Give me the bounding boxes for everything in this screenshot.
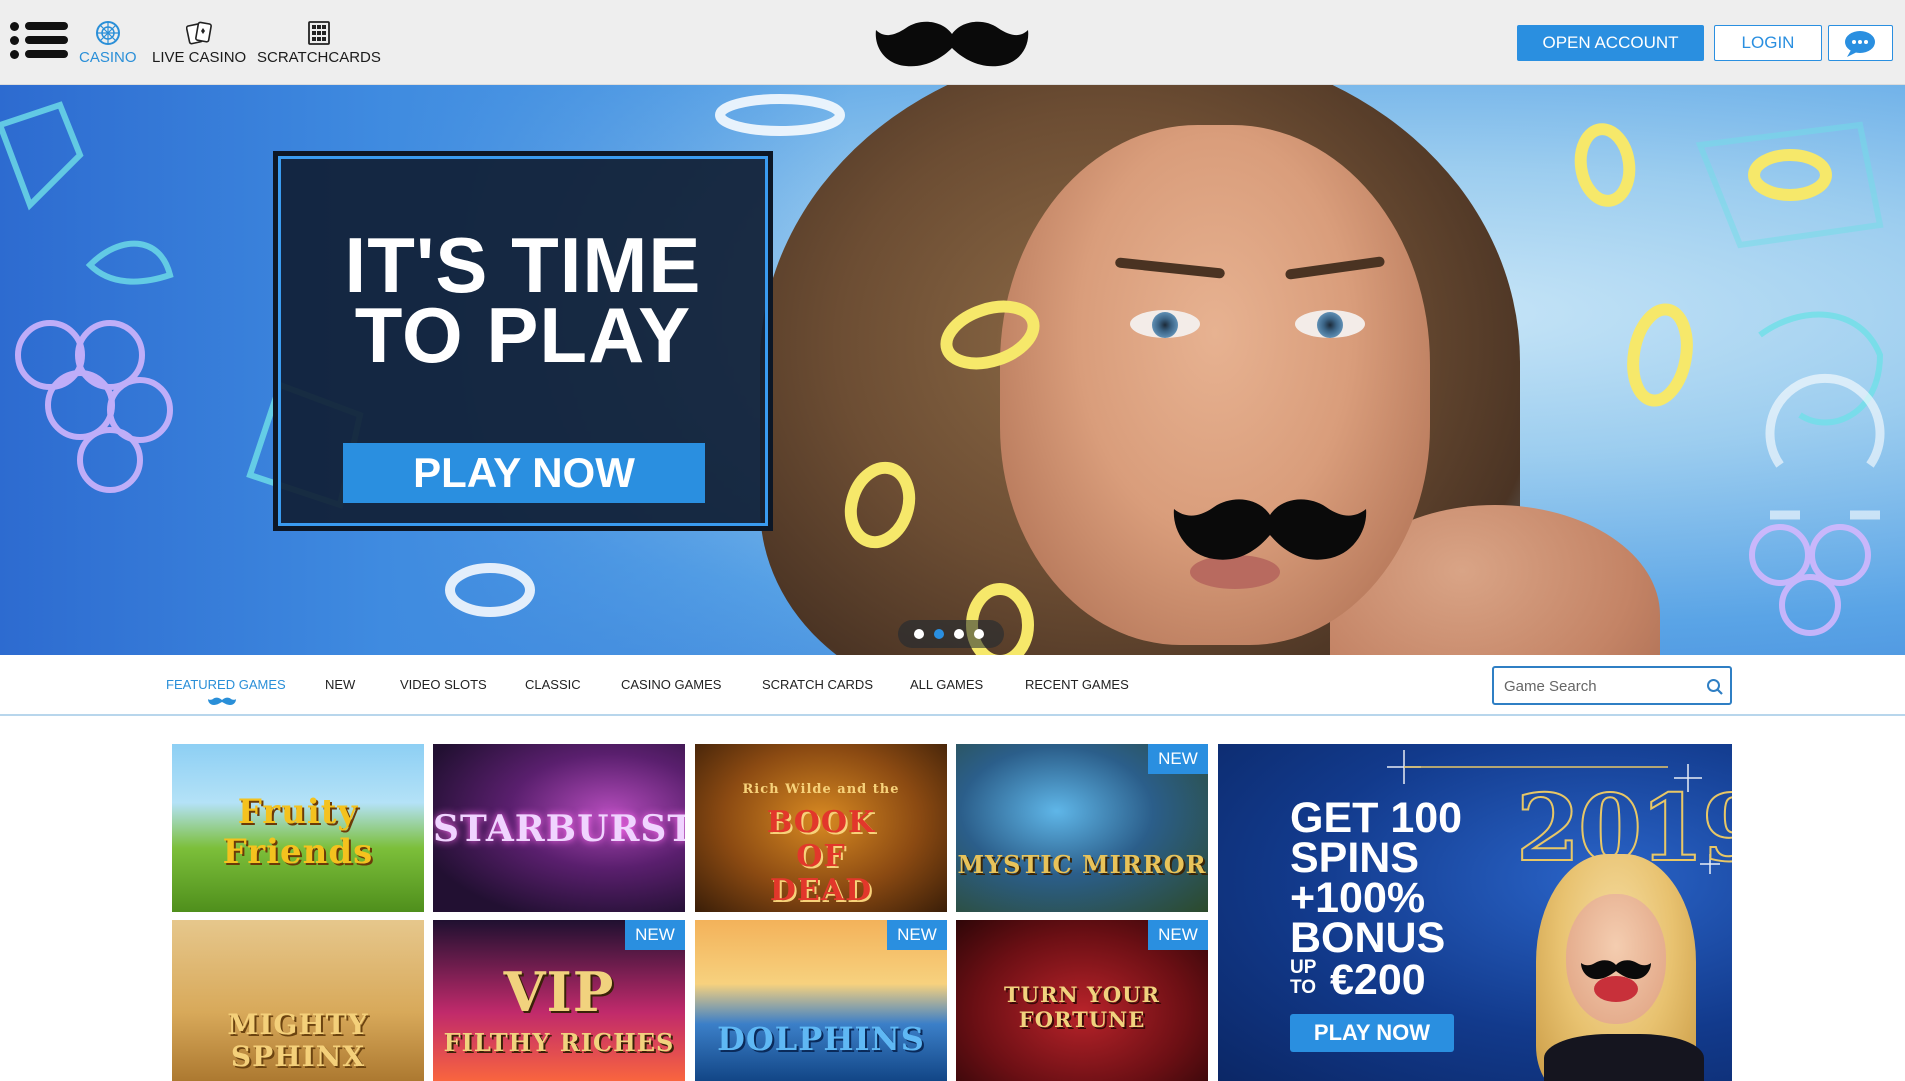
banner-mustache-icon [1581,960,1651,980]
slider-pagination [898,620,1004,648]
tab-featured-games[interactable]: FEATURED GAMES [166,677,286,705]
hero-title-line2: TO PLAY [354,291,692,379]
game-tile-turn-your-fortune[interactable]: TURN YOUR FORTUNE NEW [956,920,1208,1081]
game-search-box [1492,666,1732,705]
hero-banner[interactable]: IT'S TIME TO PLAY PLAY NOW [0,85,1905,655]
tab-new[interactable]: NEW [325,677,355,692]
game-title-line2: Friends [222,832,374,872]
banner-up-to: UP TO [1290,958,1326,998]
game-title-line1: Fruity [237,792,359,832]
banner-to-label: TO [1290,977,1317,998]
hero-title: IT'S TIME TO PLAY [278,221,768,379]
banner-line-get-100: GET 100 [1290,794,1463,842]
game-title-line1: Rich Wilde and the [742,782,900,797]
nav-live-casino[interactable]: LIVE CASINO [152,20,246,66]
tab-featured-games-label: FEATURED GAMES [166,677,286,692]
hamburger-menu-icon[interactable] [10,20,68,60]
game-title-line1: DOLPHINS [717,1020,925,1058]
scratchcard-grid-icon [308,21,330,45]
slider-dot-2[interactable] [934,629,944,639]
new-badge: NEW [1148,920,1208,950]
open-account-button[interactable]: OPEN ACCOUNT [1517,25,1704,61]
game-tile-book-of-dead[interactable]: Rich Wilde and the BOOK OF DEAD [695,744,947,912]
game-search-input[interactable] [1504,676,1694,696]
game-title-line1: STARBURST [433,808,685,850]
nav-live-casino-label: LIVE CASINO [152,49,247,66]
mustache-logo-icon[interactable] [872,16,1032,72]
tab-scratch-cards[interactable]: SCRATCH CARDS [762,677,873,692]
tab-all-games[interactable]: ALL GAMES [910,677,983,692]
tab-recent-games[interactable]: RECENT GAMES [1025,677,1129,692]
hero-title-line1: IT'S TIME [344,221,702,309]
login-button[interactable]: LOGIN [1714,25,1822,61]
game-tile-dolphins[interactable]: DOLPHINS NEW [695,920,947,1081]
search-icon[interactable] [1706,678,1724,696]
slider-dot-3[interactable] [954,629,964,639]
tab-video-slots[interactable]: VIDEO SLOTS [400,677,487,692]
chat-bubble-icon [1845,31,1875,57]
banner-line-plus-100: +100% [1290,874,1426,922]
nav-scratchcards-label: SCRATCHCARDS [257,49,381,66]
game-title-line2: SPHINX [230,1040,366,1073]
slider-dot-1[interactable] [914,629,924,639]
game-tile-mystic-mirror[interactable]: MYSTIC MIRROR NEW [956,744,1208,912]
new-badge: NEW [1148,744,1208,774]
game-tile-mighty-sphinx[interactable]: MIGHTY SPHINX [172,920,424,1081]
game-title-line1: TURN YOUR FORTUNE [1004,982,1160,1032]
active-tab-mustache-icon [208,697,236,705]
game-tile-fruity-friends[interactable]: Fruity Friends [172,744,424,912]
hero-play-now-button[interactable]: PLAY NOW [343,443,705,503]
game-title-line1: VIP [503,960,615,1024]
top-header: CASINO LIVE CASINO SCRATCHCARDS OPEN ACC… [0,0,1905,85]
roulette-wheel-icon [95,21,120,45]
nav-casino[interactable]: CASINO [79,20,137,66]
banner-play-now-button[interactable]: PLAY NOW [1290,1014,1454,1052]
banner-line-bonus: BONUS [1290,914,1446,962]
tab-classic[interactable]: CLASSIC [525,677,581,692]
game-title-line2: BOOK OF DEAD [766,805,876,908]
game-tile-vip-filthy-riches[interactable]: VIP FILTHY RICHES NEW [433,920,685,1081]
nav-scratchcards[interactable]: SCRATCHCARDS [257,20,381,66]
welcome-bonus-banner[interactable]: 2019 GET 100 SPINS +100% BONUS UP TO €20… [1218,744,1732,1081]
game-title-line1: MYSTIC MIRROR [957,850,1207,879]
game-title-line2: FILTHY RICHES [443,1028,675,1057]
tab-casino-games[interactable]: CASINO GAMES [621,677,721,692]
slider-dot-4[interactable] [974,629,984,639]
chat-button[interactable] [1828,25,1893,61]
new-badge: NEW [625,920,685,950]
playing-cards-icon [186,21,213,45]
banner-bonus-amount: €200 [1330,956,1426,1004]
game-tile-starburst[interactable]: STARBURST [433,744,685,912]
nav-casino-label: CASINO [79,49,137,66]
banner-line-spins: SPINS [1290,834,1420,882]
banner-up-label: UP [1290,957,1317,978]
new-badge: NEW [887,920,947,950]
game-title-line1: MIGHTY [227,1008,369,1041]
banner-model-top [1544,1034,1704,1081]
